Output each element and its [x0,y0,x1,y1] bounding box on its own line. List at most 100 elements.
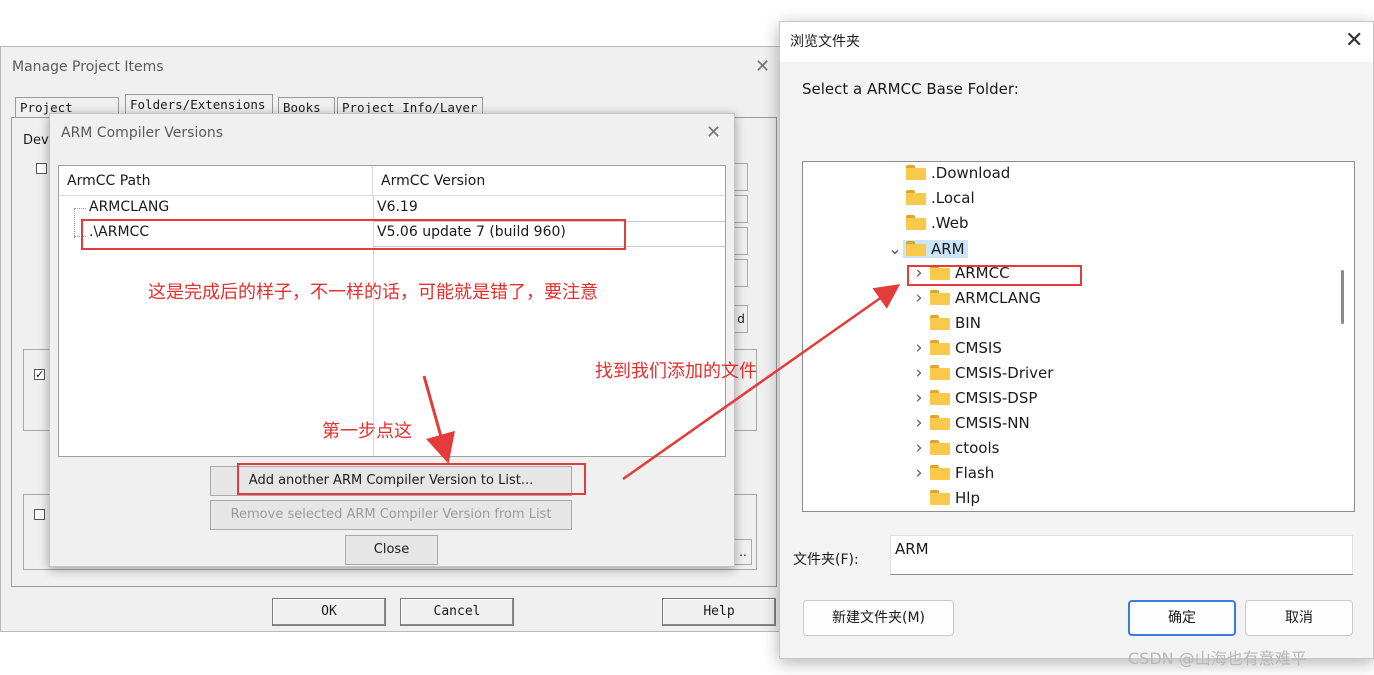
tree-node[interactable]: › Flash [911,461,997,486]
partial-label: Dev [23,133,49,148]
side-button[interactable]: d [734,305,748,333]
tree-node-label: BIN [955,314,981,332]
close-button[interactable]: Close [345,535,438,565]
tree-node[interactable]: › CMSIS-DSP [911,386,1040,411]
chevron-right-icon[interactable]: › [911,361,927,386]
tree-node[interactable]: ⌄ ARM [887,236,968,261]
folder-icon [930,465,950,480]
chevron-right-icon[interactable]: › [911,436,927,461]
chevron-right-icon[interactable]: › [911,411,927,436]
chevron-right-icon[interactable]: › [911,461,927,486]
folder-input[interactable]: ARM [890,535,1353,575]
tree-node-item[interactable]: .Download [903,164,1013,182]
folder-icon [930,365,950,380]
folder-icon [930,290,950,305]
tree-node-label: CMSIS-DSP [955,389,1038,407]
tree-connector [74,208,86,210]
tree-node[interactable]: BIN [911,311,984,336]
chevron-down-icon[interactable]: ⌄ [887,236,903,261]
ok-button[interactable]: 确定 [1128,600,1236,636]
side-button[interactable] [734,163,748,191]
annotation-result-note: 这是完成后的样子，不一样的话，可能就是错了，要注意 [148,282,598,303]
cancel-button[interactable]: Cancel [400,598,514,626]
new-folder-button[interactable]: 新建文件夹(M) [803,600,954,636]
tree-node[interactable]: › ctools [911,436,1002,461]
side-button[interactable] [734,195,748,223]
tree-node[interactable]: .Local [887,186,978,211]
chevron-right-icon[interactable]: › [911,386,927,411]
chevron-right-icon[interactable]: › [911,286,927,311]
browse-button[interactable]: .. [734,539,752,565]
folder-icon [930,315,950,330]
tree-node[interactable]: .Download [887,162,1013,186]
folder-icon [906,190,926,205]
row-path[interactable]: ARMCLANG [89,199,169,215]
scrollbar-thumb[interactable] [1341,270,1344,324]
tree-node-item[interactable]: ARM [903,240,968,258]
folder-icon [906,215,926,230]
side-button[interactable] [734,227,748,255]
tree-node-item[interactable]: Hlp [927,489,983,507]
folder-label: 文件夹(F): [793,552,859,568]
tree-node-item[interactable]: CMSIS-DSP [927,389,1040,407]
chevron-right-icon[interactable]: › [911,336,927,361]
close-icon[interactable]: ✕ [1345,28,1363,53]
tree-node[interactable]: › CMSIS-Driver [911,361,1056,386]
tree-node-item[interactable]: CMSIS-NN [927,414,1033,432]
tree-node-label: Hlp [955,489,980,507]
tree-node-item[interactable]: BIN [927,314,984,332]
folder-icon [930,440,950,455]
folder-icon [906,165,926,180]
folder-icon [930,415,950,430]
tree-node-item[interactable]: ctools [927,439,1002,457]
checkbox[interactable] [36,163,47,174]
dialog-title: ARM Compiler Versions [61,125,224,141]
tree-node[interactable]: › CMSIS [911,336,1005,361]
close-icon[interactable]: ✕ [706,122,721,143]
tree-node-label: .Local [931,189,975,207]
folder-icon [930,340,950,355]
checkbox-checked[interactable]: ✓ [34,369,45,380]
compiler-list[interactable]: ArmCC Path ArmCC Version ARMCLANG V6.19 … [58,165,726,457]
help-button[interactable]: Help [662,598,776,626]
tree-node-item[interactable]: .Local [903,189,978,207]
title-bar [780,22,1373,62]
tree-node-label: ctools [955,439,1000,457]
tree-node[interactable]: › CMSIS-NN [911,411,1033,436]
tree-connector [74,208,76,238]
tree-node[interactable]: .Web [887,211,971,236]
tree-node-label: .Web [931,214,969,232]
tree-node[interactable]: Hlp [911,486,983,511]
checkbox[interactable] [34,509,45,520]
ok-button[interactable]: OK [272,598,386,626]
tree-node-label: .Download [931,164,1011,182]
row-version: V6.19 [377,199,418,215]
column-header-version[interactable]: ArmCC Version [373,166,725,196]
tree-node-label: ARMCLANG [955,289,1041,307]
tree-node-label: CMSIS-Driver [955,364,1054,382]
tree-node-item[interactable]: CMSIS-Driver [927,364,1056,382]
remove-compiler-button[interactable]: Remove selected ARM Compiler Version fro… [210,500,572,530]
annotation-find-note: 找到我们添加的文件 [595,361,757,382]
annotation-step-note: 第一步点这 [322,421,412,442]
column-header-path[interactable]: ArmCC Path [59,166,373,196]
side-button[interactable] [734,259,748,287]
tree-node-item[interactable]: ARMCLANG [927,289,1044,307]
folder-icon [906,241,926,256]
tree-node[interactable]: › ARMCLANG [911,286,1044,311]
highlight-armcc-row [81,219,626,250]
tree-node-label: ARM [931,240,965,258]
tree-node-item[interactable]: Flash [927,464,997,482]
cancel-button[interactable]: 取消 [1245,600,1353,636]
browse-folder-dialog: 浏览文件夹 ✕ Select a ARMCC Base Folder: .Dow… [779,21,1374,659]
tree-node-label: CMSIS [955,339,1002,357]
watermark: CSDN @山海也有意难平 [1128,649,1307,668]
close-icon[interactable]: ✕ [755,56,770,77]
highlight-armcc-folder [907,265,1082,286]
folder-tree[interactable]: .Download .Local .Web ⌄ ARM › ARMCC › ARMCLANG BI… [802,161,1355,512]
tree-node-label: CMSIS-NN [955,414,1030,432]
tree-node-label: Flash [955,464,995,482]
dialog-title: 浏览文件夹 [790,34,860,50]
tree-node-item[interactable]: CMSIS [927,339,1005,357]
tree-node-item[interactable]: .Web [903,214,971,232]
